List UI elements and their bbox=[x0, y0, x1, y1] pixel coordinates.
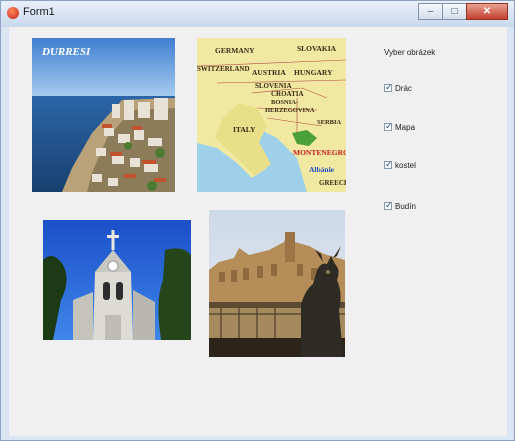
caption-buttons: – □ ✕ bbox=[418, 3, 508, 21]
title-bar[interactable]: Form1 – □ ✕ bbox=[1, 1, 514, 27]
checkbox-box[interactable]: ✓ bbox=[384, 200, 393, 210]
map-label-slovakia: SLOVAKIA bbox=[297, 44, 337, 53]
close-button[interactable]: ✕ bbox=[466, 3, 508, 20]
maximize-button[interactable]: □ bbox=[442, 3, 467, 20]
checkbox-label-mapa: Mapa bbox=[395, 122, 416, 132]
checkbox-label-kostel: kostel bbox=[395, 160, 416, 170]
picture-kostel[interactable] bbox=[43, 220, 191, 340]
picture-mapa[interactable]: GERMANY SLOVAKIA SWITZERLAND AUSTRIA HUN… bbox=[197, 38, 346, 192]
map-label-austria: AUSTRIA bbox=[252, 68, 286, 77]
window-title: Form1 bbox=[23, 6, 55, 18]
checkbox-kostel[interactable]: ✓ kostel bbox=[384, 159, 416, 171]
picture-budin[interactable] bbox=[209, 210, 345, 357]
check-icon: ✓ bbox=[385, 200, 393, 210]
checkbox-mapa[interactable]: ✓ Mapa bbox=[384, 121, 415, 133]
map-label-montenegro: MONTENEGRO bbox=[293, 148, 346, 157]
map-label-italy: ITALY bbox=[233, 125, 256, 134]
picture-durresi[interactable]: DURRESI bbox=[32, 38, 175, 192]
map-label-serbia: SERBIA bbox=[317, 119, 342, 126]
map-label-hungary: HUNGARY bbox=[294, 68, 333, 77]
form-window: Form1 – □ ✕ DURRESI GERMANY SLOVAKIA SWI… bbox=[0, 0, 515, 441]
checkbox-box[interactable]: ✓ bbox=[384, 82, 393, 92]
map-label-croatia: CROATIA bbox=[271, 90, 304, 98]
durresi-caption: DURRESI bbox=[41, 46, 91, 58]
checkbox-box[interactable]: ✓ bbox=[384, 121, 393, 131]
check-icon: ✓ bbox=[385, 121, 393, 131]
map-label-switzerland: SWITZERLAND bbox=[197, 65, 250, 73]
minimize-button[interactable]: – bbox=[418, 3, 443, 20]
check-icon: ✓ bbox=[385, 82, 393, 92]
checkbox-label-budin: Budín bbox=[395, 201, 416, 211]
app-icon[interactable] bbox=[7, 7, 19, 19]
checkbox-label-drac: Drác bbox=[395, 83, 412, 93]
map-label-greece: GREECE bbox=[319, 179, 346, 187]
client-area: DURRESI GERMANY SLOVAKIA SWITZERLAND AUS… bbox=[9, 27, 507, 436]
map-label-germany: GERMANY bbox=[215, 46, 255, 55]
map-label-slovenia: SLOVENIA bbox=[255, 82, 292, 90]
map-label-bosnia: BOSNIA- bbox=[271, 99, 298, 106]
checkbox-box[interactable]: ✓ bbox=[384, 159, 393, 169]
checkbox-budin[interactable]: ✓ Budín bbox=[384, 200, 416, 212]
map-label-albanie: Albánie bbox=[309, 165, 335, 174]
check-icon: ✓ bbox=[385, 159, 393, 169]
map-label-herzegovina: HERZEGOVINA bbox=[265, 107, 315, 114]
checkbox-drac[interactable]: ✓ Drác bbox=[384, 82, 412, 94]
select-image-label: Vyber obrázek bbox=[384, 48, 436, 57]
